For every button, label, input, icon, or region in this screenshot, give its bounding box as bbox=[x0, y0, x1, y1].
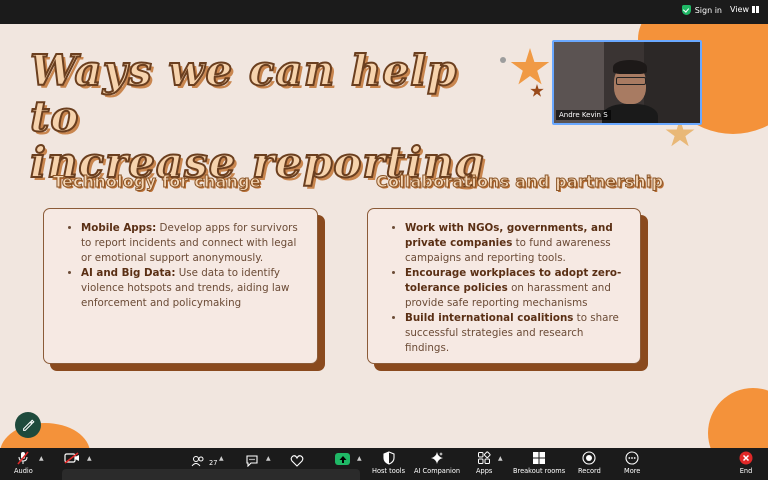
pencil-icon bbox=[22, 418, 35, 431]
list-item-bold: AI and Big Data: bbox=[81, 267, 176, 279]
muted-microphone-icon bbox=[15, 451, 31, 465]
chat-options-caret[interactable]: ▲ bbox=[266, 455, 271, 462]
sign-in-button[interactable]: Sign in bbox=[681, 5, 722, 15]
record-label: Record bbox=[578, 467, 601, 475]
breakout-rooms-button[interactable]: Breakout rooms bbox=[513, 451, 565, 475]
list-item: Mobile Apps: Develop apps for survivors … bbox=[81, 221, 303, 266]
view-label: View bbox=[730, 5, 749, 14]
host-shield-icon bbox=[381, 451, 397, 465]
sign-in-label: Sign in bbox=[694, 5, 722, 15]
technology-list: Mobile Apps: Develop apps for survivors … bbox=[44, 209, 317, 311]
technology-card: Mobile Apps: Develop apps for survivors … bbox=[43, 208, 318, 364]
audio-options-caret[interactable]: ▲ bbox=[39, 455, 44, 462]
participant-hair bbox=[613, 60, 647, 74]
chat-button[interactable] bbox=[244, 453, 260, 467]
slide-title: Ways we can help to increase reporting bbox=[29, 46, 500, 187]
video-button[interactable] bbox=[64, 451, 80, 465]
star-icon bbox=[510, 48, 550, 85]
more-label: More bbox=[624, 467, 641, 475]
host-tools-label: Host tools bbox=[372, 467, 406, 475]
section-heading-technology: Technology for change bbox=[53, 172, 262, 192]
record-button[interactable]: Record bbox=[578, 451, 601, 475]
apps-icon bbox=[476, 451, 492, 465]
list-item: Encourage workplaces to adopt zero-toler… bbox=[405, 266, 626, 311]
share-screen-icon bbox=[335, 453, 350, 465]
reactions-button[interactable] bbox=[289, 453, 305, 467]
participant-name-label: Andre Kevin S bbox=[556, 110, 611, 120]
end-meeting-button[interactable]: End bbox=[738, 451, 754, 475]
end-label: End bbox=[739, 467, 753, 475]
collaboration-card: Work with NGOs, governments, and private… bbox=[367, 208, 641, 364]
participant-video-tile[interactable]: Andre Kevin S bbox=[552, 40, 702, 125]
list-item: AI and Big Data: Use data to identify vi… bbox=[81, 266, 303, 311]
apps-label: Apps bbox=[476, 467, 493, 475]
decorative-blob bbox=[0, 423, 90, 448]
breakout-rooms-label: Breakout rooms bbox=[513, 467, 566, 475]
chat-icon bbox=[244, 453, 260, 467]
apps-options-caret[interactable]: ▲ bbox=[498, 455, 503, 462]
star-icon bbox=[530, 84, 544, 97]
decorative-dot bbox=[500, 57, 506, 63]
participants-options-caret[interactable]: ▲ bbox=[219, 455, 224, 462]
video-options-caret[interactable]: ▲ bbox=[87, 455, 92, 462]
record-icon bbox=[581, 451, 597, 465]
annotate-button[interactable] bbox=[15, 412, 41, 438]
breakout-rooms-icon bbox=[531, 451, 547, 465]
collaboration-list: Work with NGOs, governments, and private… bbox=[368, 209, 640, 356]
list-item-bold: Mobile Apps: bbox=[81, 222, 157, 234]
decorative-blob bbox=[708, 388, 768, 448]
participants-icon bbox=[190, 454, 206, 468]
sparkle-icon bbox=[429, 451, 445, 465]
participants-count: 27 bbox=[209, 458, 218, 467]
participant-glasses bbox=[616, 77, 646, 85]
participants-button[interactable]: 27 bbox=[190, 454, 217, 468]
ai-companion-button[interactable]: AI Companion bbox=[414, 451, 460, 475]
more-button[interactable]: More bbox=[624, 451, 640, 475]
list-item: Build international coalitions to share … bbox=[405, 311, 626, 356]
apps-button[interactable]: Apps bbox=[476, 451, 492, 475]
host-tools-button[interactable]: Host tools bbox=[372, 451, 405, 475]
slide-title-line: Ways we can help to bbox=[29, 46, 458, 141]
view-button[interactable]: View bbox=[730, 5, 760, 14]
audio-label: Audio bbox=[14, 467, 33, 475]
meeting-top-bar: Sign in View bbox=[0, 0, 768, 24]
audio-button[interactable]: Audio bbox=[14, 451, 33, 475]
section-heading-collaborations: Collaborations and partnership bbox=[375, 172, 664, 192]
list-item-bold: Build international coalitions bbox=[405, 312, 574, 324]
video-off-icon bbox=[64, 451, 80, 465]
more-icon bbox=[624, 451, 640, 465]
toolbar-notification-strip bbox=[62, 469, 360, 480]
ai-companion-label: AI Companion bbox=[414, 467, 461, 475]
heart-icon bbox=[289, 453, 305, 467]
grid-view-icon bbox=[752, 6, 760, 13]
close-icon bbox=[738, 451, 754, 465]
share-screen-button[interactable] bbox=[335, 453, 350, 465]
shield-check-icon bbox=[681, 5, 691, 15]
list-item: Work with NGOs, governments, and private… bbox=[405, 221, 626, 266]
share-options-caret[interactable]: ▲ bbox=[357, 455, 362, 462]
